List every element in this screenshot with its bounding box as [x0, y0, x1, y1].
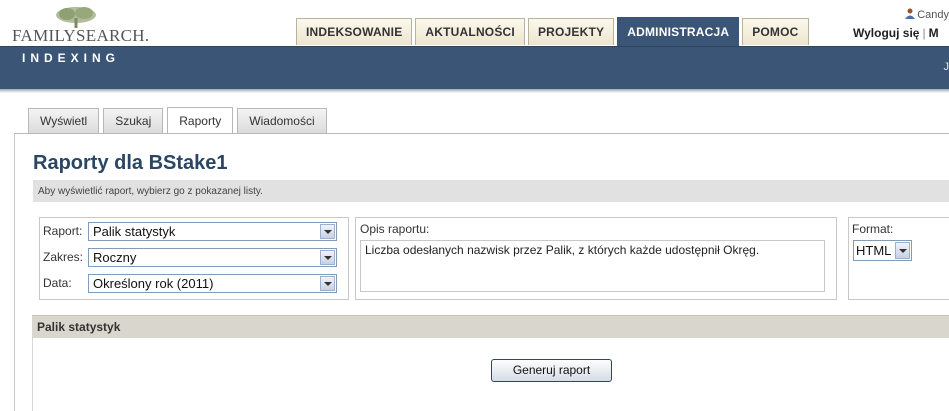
tab-szukaj[interactable]: Szukaj: [103, 108, 164, 133]
chevron-down-icon[interactable]: [895, 242, 910, 259]
reports-content: Raporty dla BStake1 Aby wyświetlić rapor…: [14, 134, 949, 411]
nav-tab-administracja[interactable]: ADMINISTRACJA: [617, 17, 740, 46]
generate-report-button[interactable]: Generuj raport: [491, 359, 612, 382]
user-info: Candy: [905, 8, 949, 21]
logout-area: Wyloguj się | M: [853, 26, 939, 40]
chevron-down-icon[interactable]: [320, 250, 335, 265]
indexing-title: INDEXING: [22, 51, 121, 65]
indexing-banner: INDEXING J: [0, 46, 949, 90]
link-separator: |: [922, 26, 926, 40]
report-label: Raport:: [43, 224, 83, 238]
tree-icon: [56, 7, 96, 28]
logo-wordmark: FAMILYSEARCH.: [12, 26, 150, 45]
date-select[interactable]: Określony rok (2011): [88, 274, 337, 293]
description-label: Opis raportu:: [360, 222, 430, 236]
range-select-value: Roczny: [93, 250, 137, 265]
date-label: Data:: [43, 276, 72, 290]
format-label: Format:: [852, 222, 894, 236]
user-name[interactable]: Candy: [917, 9, 949, 21]
chevron-down-icon[interactable]: [320, 224, 335, 239]
top-bar: FAMILYSEARCH. INDEKSOWANIE AKTUALNOŚCI P…: [0, 0, 949, 46]
page-title: Raporty dla BStake1: [33, 152, 228, 174]
user-icon: [905, 8, 916, 19]
range-select[interactable]: Roczny: [88, 248, 337, 267]
nav-tab-indeksowanie[interactable]: INDEKSOWANIE: [296, 18, 413, 45]
report-section-header: Palik statystyk: [32, 315, 949, 338]
range-label: Zakres:: [43, 250, 84, 264]
format-select[interactable]: HTML: [853, 240, 912, 261]
banner-shadow: [0, 89, 949, 93]
description-text: Liczba odesłanych nazwisk przez Palik, z…: [360, 240, 825, 292]
report-description-panel: Opis raportu: Liczba odesłanych nazwisk …: [355, 217, 837, 300]
tab-wyswietl[interactable]: Wyświetl: [28, 108, 100, 133]
tab-wiadomosci[interactable]: Wiadomości: [237, 108, 327, 133]
sub-tabs: Wyświetl Szukaj Raporty Wiadomości: [28, 107, 327, 134]
report-select-value: Palik statystyk: [93, 224, 176, 239]
nav-tab-projekty[interactable]: PROJEKTY: [527, 18, 615, 45]
nav-tab-pomoc[interactable]: POMOC: [742, 18, 809, 45]
familysearch-logo[interactable]: FAMILYSEARCH.: [12, 6, 149, 45]
banner-right-text: J: [943, 61, 949, 73]
logout-link[interactable]: Wyloguj się: [853, 26, 919, 40]
date-select-value: Określony rok (2011): [93, 276, 214, 291]
chevron-down-icon[interactable]: [320, 276, 335, 291]
report-selection-panel: Raport: Palik statystyk Zakres: Roczny D…: [39, 217, 349, 300]
nav-tab-aktualnosci[interactable]: AKTUALNOŚCI: [415, 18, 525, 45]
format-panel: Format: HTML: [848, 217, 949, 300]
report-select[interactable]: Palik statystyk: [88, 222, 337, 241]
tab-raporty[interactable]: Raporty: [167, 107, 234, 134]
next-link-fragment[interactable]: M: [929, 26, 939, 40]
format-select-value: HTML: [856, 243, 892, 258]
instructions-bar: Aby wyświetlić raport, wybierz go z poka…: [33, 180, 949, 202]
main-nav: INDEKSOWANIE AKTUALNOŚCI PROJEKTY ADMINI…: [296, 17, 809, 46]
